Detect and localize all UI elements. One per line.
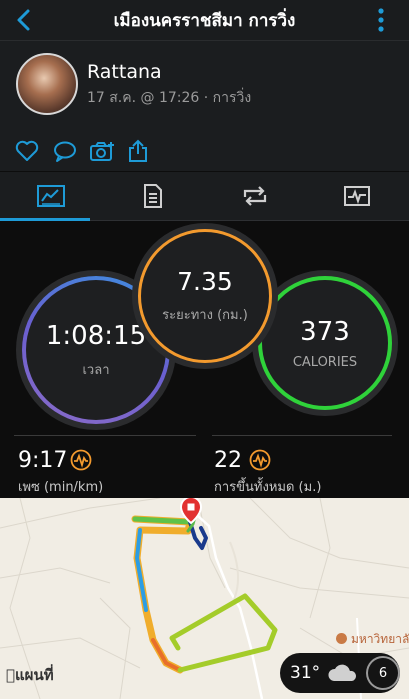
- stat-row: 9:17 เพซ (min/km) 22 การขึ้นทั้งหมด (ม.): [0, 432, 409, 498]
- tab-overview[interactable]: [0, 172, 102, 221]
- summary-gauges: 1:08:15 เวลา 373 CALORIES 7.35 ระยะทาง (…: [0, 221, 409, 431]
- time-label: เวลา: [82, 362, 110, 378]
- ascent-chart-icon[interactable]: [249, 449, 271, 471]
- map-poi-label: มหาวิทยาลัย: [336, 630, 409, 649]
- route-map[interactable]: มหาวิทยาลัย แผนที่ 31° 6: [0, 498, 409, 699]
- document-icon: [144, 184, 162, 208]
- tab-laps[interactable]: [204, 172, 306, 220]
- cloud-icon: [328, 664, 357, 681]
- pace-value: 9:17: [18, 448, 68, 473]
- air-quality-index: 6: [366, 656, 400, 690]
- comment-icon[interactable]: [52, 139, 78, 163]
- weather-badge: 31° 6: [280, 653, 400, 693]
- camera-icon[interactable]: [89, 139, 115, 163]
- time-value: 1:08:15: [45, 320, 147, 351]
- username[interactable]: Rattana: [87, 61, 162, 83]
- calories-gauge: 373 CALORIES: [258, 276, 392, 410]
- activity-meta: 17 ส.ค. @ 17:26 · การวิ่ง: [87, 90, 252, 106]
- chart-icon: [37, 185, 65, 207]
- pulse-icon: [344, 186, 370, 206]
- calories-value: 373: [300, 316, 350, 347]
- ascent-value: 22: [214, 448, 242, 473]
- share-icon[interactable]: [125, 139, 151, 163]
- avatar[interactable]: [16, 53, 78, 115]
- top-bar: เมืองนครราชสีมา การวิ่ง: [0, 0, 409, 41]
- ascent-label: การขึ้นทั้งหมด (ม.): [214, 480, 322, 495]
- like-icon[interactable]: [14, 139, 40, 163]
- tab-graphs[interactable]: [306, 172, 408, 220]
- page-title: เมืองนครราชสีมา การวิ่ง: [113, 11, 296, 31]
- back-icon[interactable]: [10, 6, 38, 34]
- distance-label: ระยะทาง (กม.): [162, 308, 248, 323]
- more-options-icon[interactable]: [371, 6, 391, 34]
- tab-stats[interactable]: [102, 172, 204, 220]
- pace-chart-icon[interactable]: [70, 449, 92, 471]
- repeat-icon: [243, 186, 267, 206]
- pace-label: เพซ (min/km): [18, 480, 104, 495]
- distance-value: 7.35: [177, 267, 233, 296]
- temperature: 31°: [290, 663, 321, 683]
- activity-header: Rattana 17 ส.ค. @ 17:26 · การวิ่ง: [0, 41, 409, 171]
- maps-attribution: แผนที่: [6, 666, 54, 684]
- tab-bar: [0, 172, 409, 221]
- divider: [14, 435, 196, 436]
- calories-label: CALORIES: [292, 354, 358, 370]
- distance-gauge: 7.35 ระยะทาง (กม.): [138, 229, 272, 363]
- divider: [212, 435, 392, 436]
